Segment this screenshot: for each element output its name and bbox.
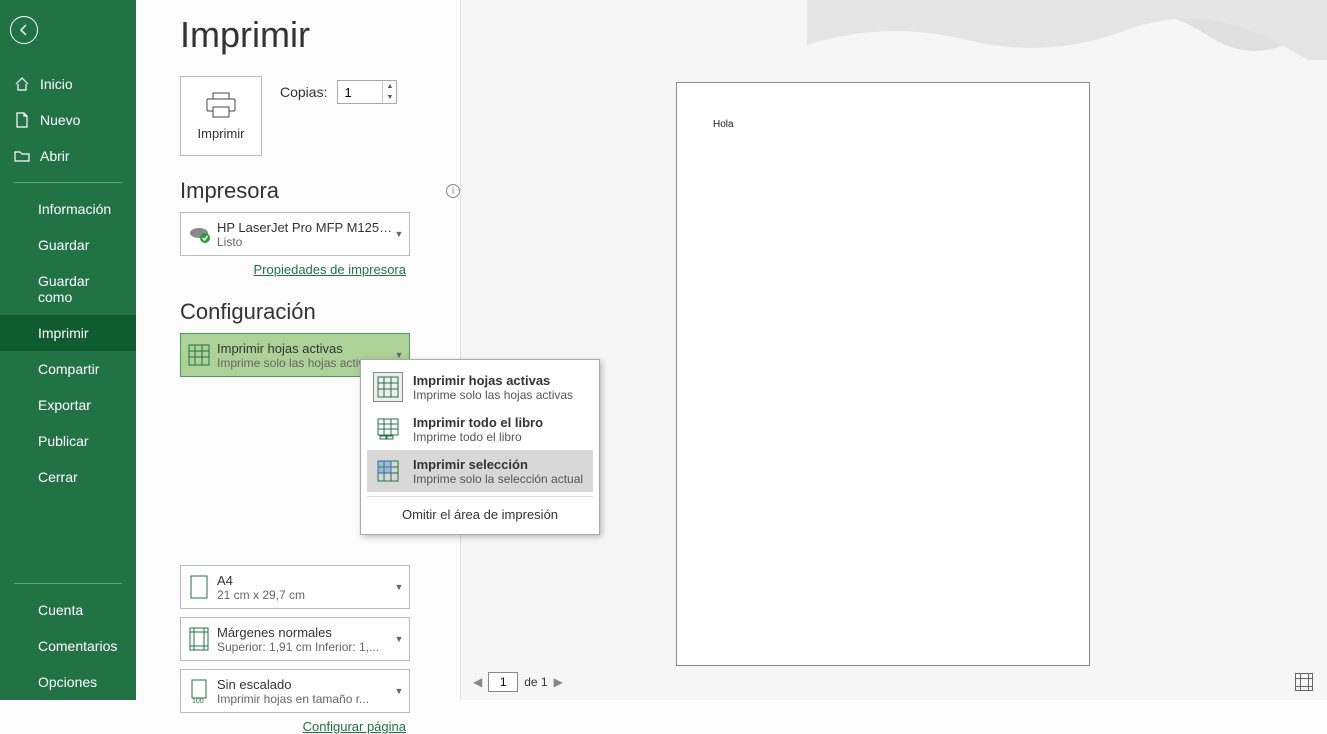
option-title: Imprimir selección [413, 457, 583, 472]
nav-guardar[interactable]: Guardar [0, 227, 136, 263]
popup-option-active-sheets[interactable]: Imprimir hojas activas Imprime solo las … [367, 366, 593, 408]
nav-opciones[interactable]: Opciones [0, 664, 136, 700]
selection-icon [373, 456, 403, 486]
config-section-title: Configuración [180, 299, 316, 325]
page-title: Imprimir [180, 14, 460, 56]
nav-imprimir[interactable]: Imprimir [0, 315, 136, 351]
nav-label: Guardar [38, 237, 89, 253]
chevron-down-icon: ▼ [393, 686, 409, 696]
printer-status: Listo [217, 235, 393, 249]
copies-up-button[interactable]: ▲ [383, 81, 396, 92]
scaling-icon: 100 [181, 670, 217, 712]
sheets-icon [373, 372, 403, 402]
show-margins-button[interactable] [1295, 673, 1313, 691]
popup-ignore-print-area[interactable]: Omitir el área de impresión [367, 501, 593, 528]
option-title: Imprimir hojas activas [413, 373, 573, 388]
copies-down-button[interactable]: ▼ [383, 92, 396, 103]
nav-label: Nuevo [40, 112, 80, 128]
paper-size-dropdown[interactable]: A4 21 cm x 29,7 cm ▼ [180, 565, 410, 609]
sheets-icon [181, 334, 217, 376]
nav-label: Abrir [40, 148, 70, 164]
next-page-button[interactable]: ▶ [548, 675, 569, 689]
prev-page-button[interactable]: ◀ [467, 675, 488, 689]
nav-label: Imprimir [38, 325, 89, 341]
nav-label: Publicar [38, 433, 89, 449]
nav-label: Comentarios [38, 638, 117, 654]
scaling-dropdown[interactable]: 100 Sin escalado Imprimir hojas en tamañ… [180, 669, 410, 713]
nav-cuenta[interactable]: Cuenta [0, 592, 136, 628]
svg-text:100: 100 [192, 698, 204, 703]
nav-informacion[interactable]: Información [0, 191, 136, 227]
print-settings-panel: Imprimir Imprimir Copias: ▲ [136, 0, 460, 700]
nav-cerrar[interactable]: Cerrar [0, 459, 136, 495]
option-subtitle: Imprime solo la selección actual [413, 472, 583, 486]
printer-dropdown[interactable]: HP LaserJet Pro MFP M125-... Listo ▼ [180, 212, 410, 256]
nav-guardar-como[interactable]: Guardar como [0, 263, 136, 315]
printer-section-title: Impresora [180, 178, 279, 204]
nav-label: Exportar [38, 397, 91, 413]
printer-icon [204, 92, 238, 118]
nav-comentarios[interactable]: Comentarios [0, 628, 136, 664]
option-subtitle: Imprime solo las hojas activas [413, 388, 573, 402]
nav-label: Cerrar [38, 469, 78, 485]
page-icon [181, 566, 217, 608]
nav-abrir[interactable]: Abrir [0, 138, 136, 174]
back-arrow-icon [16, 22, 32, 38]
chevron-down-icon: ▼ [393, 229, 409, 239]
dropdown-subtitle: 21 cm x 29,7 cm [217, 588, 393, 602]
preview-cell: Hola [713, 119, 1053, 130]
printer-properties-link[interactable]: Propiedades de impresora [180, 262, 406, 277]
copies-label: Copias: [280, 84, 327, 100]
nav-nuevo[interactable]: Nuevo [0, 102, 136, 138]
printer-name: HP LaserJet Pro MFP M125-... [217, 220, 393, 235]
margins-icon [181, 618, 217, 660]
option-title: Imprimir todo el libro [413, 415, 543, 430]
page-preview: Hola [676, 82, 1090, 666]
nav-label: Cuenta [38, 602, 83, 618]
nav-label: Información [38, 201, 111, 217]
dropdown-subtitle: Imprimir hojas en tamaño r... [217, 692, 393, 706]
popup-option-selection[interactable]: Imprimir selección Imprime solo la selec… [367, 450, 593, 492]
chevron-down-icon: ▼ [393, 634, 409, 644]
print-preview-panel: Hola ◀ de 1 ▶ [460, 0, 1327, 700]
open-folder-icon [14, 148, 30, 164]
dropdown-title: Sin escalado [217, 677, 393, 692]
page-number-input[interactable] [488, 672, 518, 692]
printer-status-icon [181, 213, 217, 255]
nav-publicar[interactable]: Publicar [0, 423, 136, 459]
backstage-sidebar: Inicio Nuevo Abrir Información Guardar G… [0, 0, 136, 700]
print-button[interactable]: Imprimir [180, 76, 262, 156]
nav-inicio[interactable]: Inicio [0, 66, 136, 102]
page-setup-link[interactable]: Configurar página [180, 719, 406, 734]
page-of-label: de 1 [524, 675, 547, 689]
nav-label: Guardar como [38, 273, 122, 305]
printer-info-icon[interactable]: i [446, 184, 460, 198]
dropdown-title: Márgenes normales [217, 625, 393, 640]
option-subtitle: Imprime todo el libro [413, 430, 543, 444]
dropdown-title: Imprimir hojas activas [217, 341, 393, 356]
margins-dropdown[interactable]: Márgenes normales Superior: 1,91 cm Infe… [180, 617, 410, 661]
nav-label: Opciones [38, 674, 97, 690]
back-button[interactable] [10, 16, 38, 44]
print-what-popup: Imprimir hojas activas Imprime solo las … [360, 359, 600, 535]
copies-input[interactable] [338, 81, 382, 103]
workbook-icon [373, 414, 403, 444]
dropdown-title: A4 [217, 573, 393, 588]
nav-compartir[interactable]: Compartir [0, 351, 136, 387]
chevron-down-icon: ▼ [393, 582, 409, 592]
popup-separator [367, 496, 593, 497]
print-button-label: Imprimir [198, 126, 245, 141]
dropdown-subtitle: Superior: 1,91 cm Inferior: 1,... [217, 640, 393, 654]
nav-label: Inicio [40, 76, 73, 92]
home-icon [14, 76, 30, 92]
copies-spinner[interactable]: ▲ ▼ [337, 80, 397, 104]
sidebar-separator [14, 182, 122, 183]
page-navigator: ◀ de 1 ▶ [463, 670, 1313, 694]
new-file-icon [14, 112, 30, 128]
popup-option-entire-workbook[interactable]: Imprimir todo el libro Imprime todo el l… [367, 408, 593, 450]
nav-exportar[interactable]: Exportar [0, 387, 136, 423]
header-decoration [807, 0, 1327, 60]
nav-label: Compartir [38, 361, 99, 377]
sidebar-separator [14, 583, 122, 584]
